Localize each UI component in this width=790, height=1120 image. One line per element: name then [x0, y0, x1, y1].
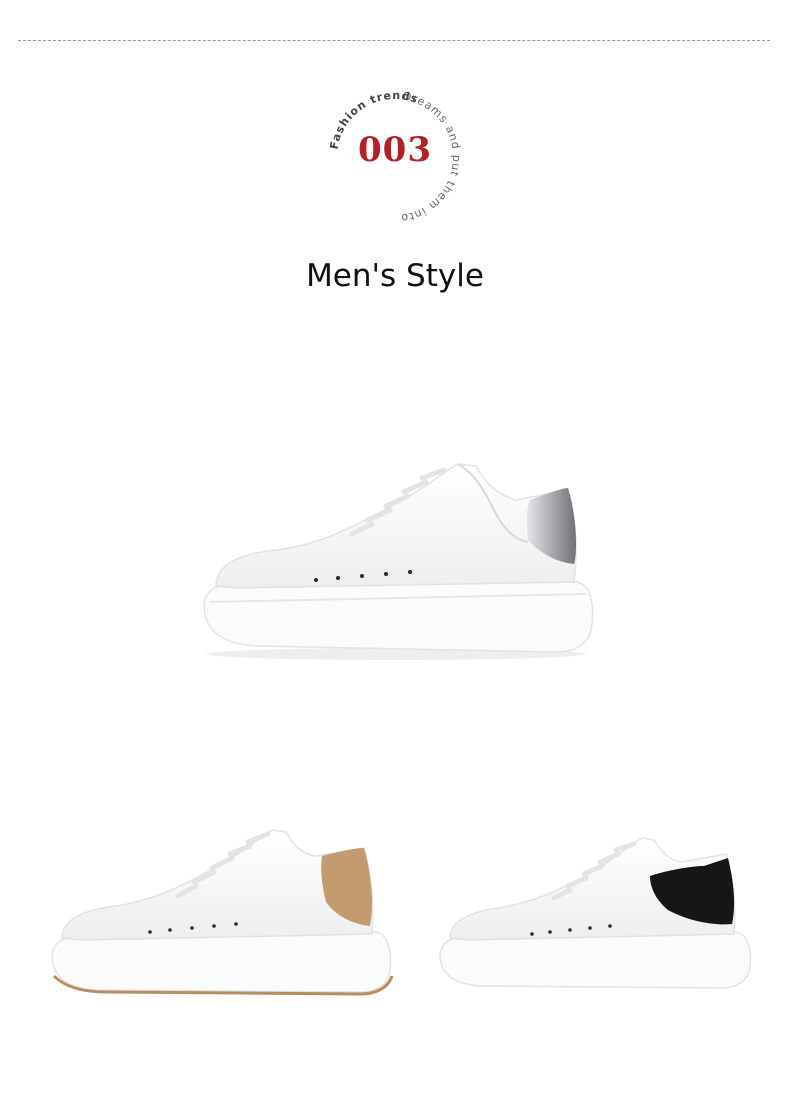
sneaker-tan-heel-image [46, 826, 396, 1006]
collection-badge: Dreams and put them into Fashion trends … [322, 84, 468, 230]
sneaker-black-heel-image [436, 836, 754, 998]
page-title: Men's Style [306, 258, 484, 294]
sneaker-silver-heel-image [196, 454, 598, 664]
badge-number: 003 [358, 130, 432, 170]
top-dashed-divider [18, 40, 770, 41]
